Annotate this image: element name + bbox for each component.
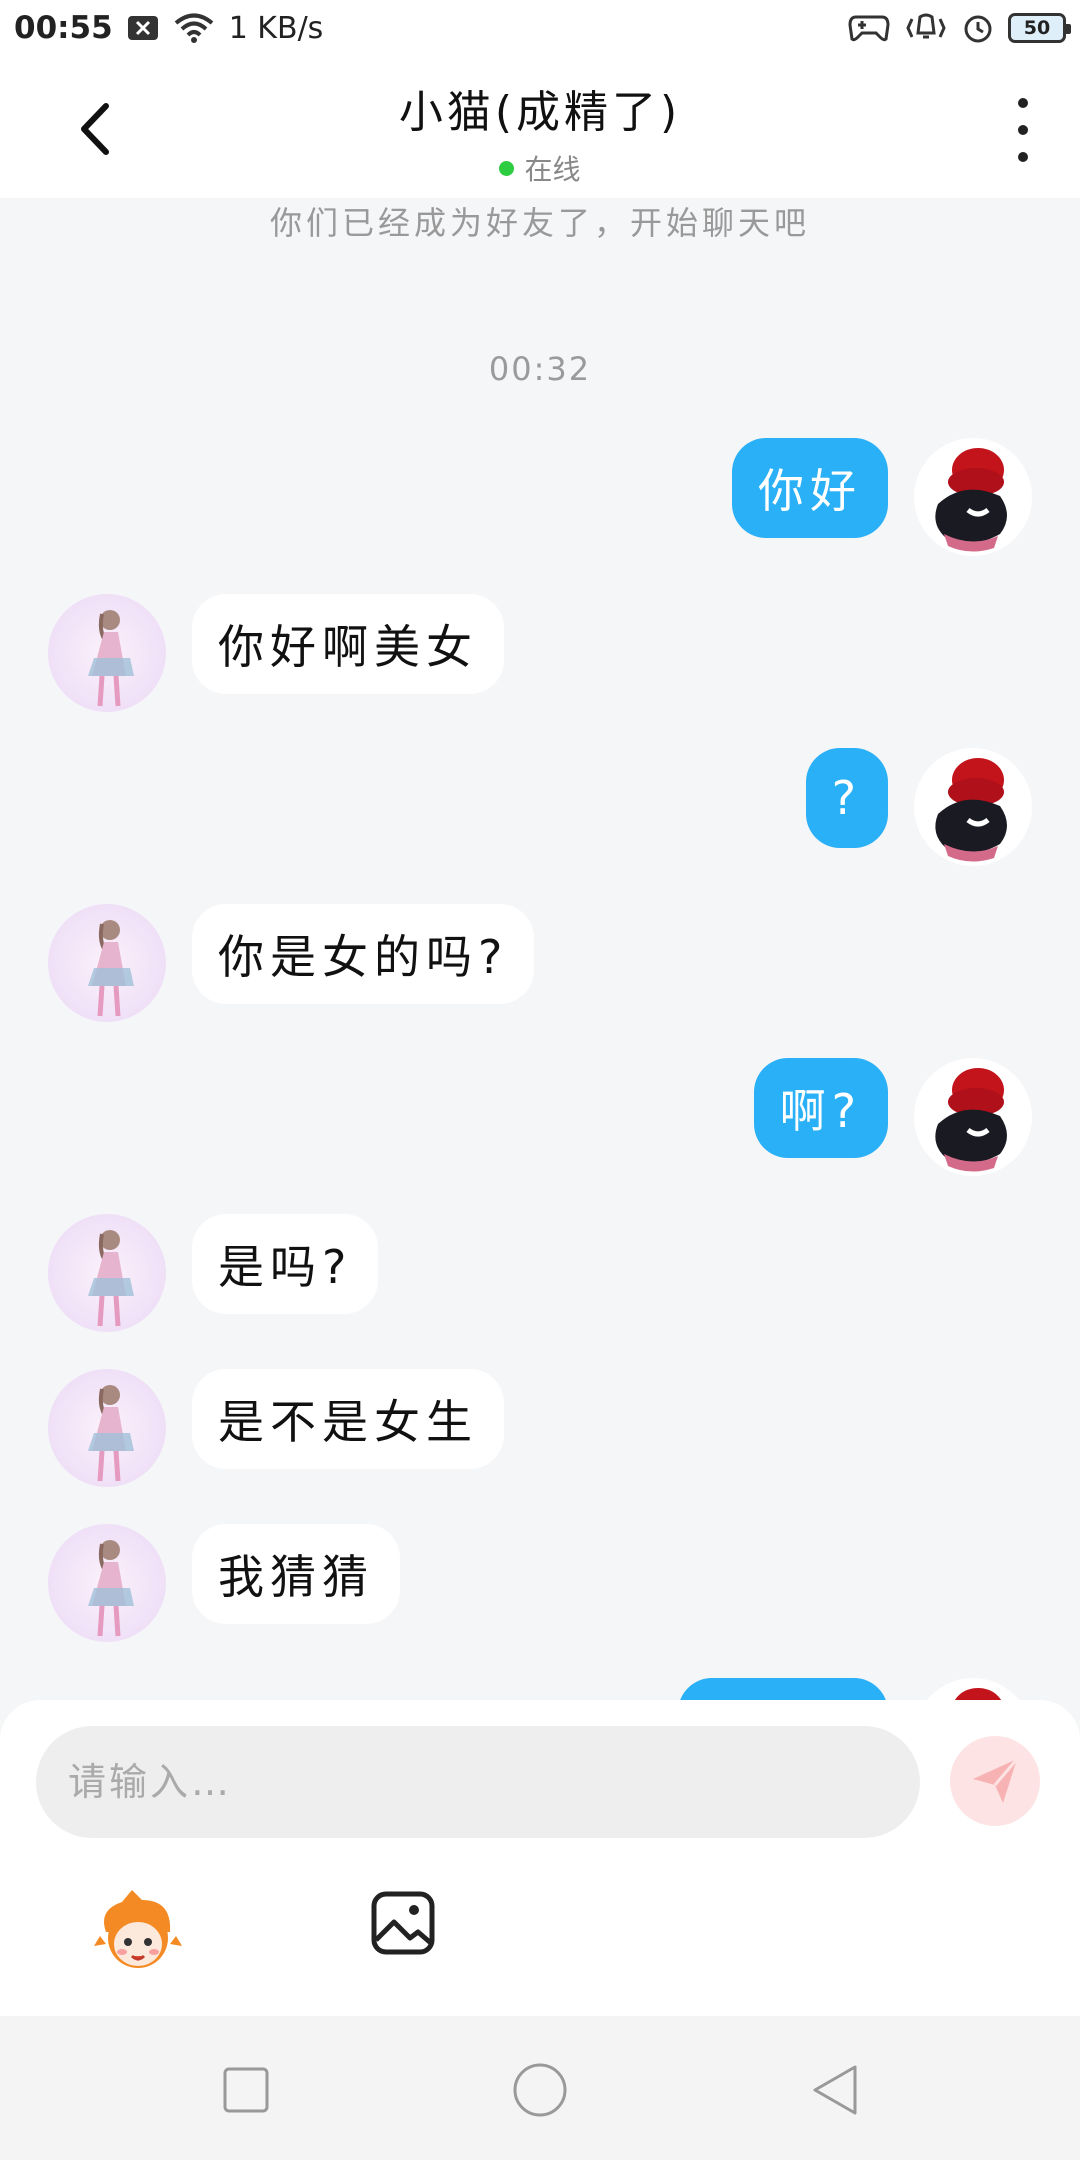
message-row-sent: ?: [0, 748, 1080, 868]
message-bubble[interactable]: 你好啊美女: [192, 594, 504, 694]
my-avatar[interactable]: [914, 748, 1032, 866]
message-row-received: 是吗?: [0, 1214, 1080, 1334]
online-label: 在线: [524, 153, 581, 186]
contact-avatar[interactable]: [48, 594, 166, 712]
message-bubble[interactable]: 是吗?: [192, 1214, 379, 1314]
system-nav-bar: [0, 2016, 1080, 2160]
online-status: 在线: [0, 148, 1080, 188]
my-avatar[interactable]: [914, 1058, 1032, 1176]
battery-icon: 50: [1008, 13, 1071, 43]
message-input[interactable]: [36, 1726, 920, 1838]
message-row-sent-partial: [0, 1678, 1080, 1700]
emoji-button[interactable]: [92, 1886, 182, 1976]
contact-avatar[interactable]: [48, 1524, 166, 1642]
message-row-sent: 你好: [0, 438, 1080, 558]
status-bar: 00:55 1 KB/s 50: [0, 0, 1080, 56]
wifi-icon: [173, 12, 215, 44]
alarm-icon: [962, 12, 994, 44]
chat-header: 小猫(成精了) 在线: [0, 56, 1080, 198]
game-controller-icon: [848, 13, 890, 43]
vibrate-icon: [904, 13, 948, 43]
paper-plane-icon: [973, 1758, 1019, 1803]
message-row-received: 是不是女生: [0, 1369, 1080, 1489]
message-bubble[interactable]: 啊?: [753, 1058, 888, 1158]
send-button[interactable]: [950, 1736, 1040, 1826]
online-dot: [499, 160, 515, 176]
message-bubble[interactable]: 你好: [732, 438, 888, 538]
message-row-received: 你是女的吗?: [0, 904, 1080, 1024]
message-bubble[interactable]: 是不是女生: [192, 1369, 504, 1469]
message-timestamp: 00:32: [488, 350, 592, 388]
battery-level: 50: [1023, 17, 1051, 39]
message-bubble[interactable]: 我猜猜: [192, 1524, 400, 1624]
back-nav-button[interactable]: [804, 2060, 864, 2120]
contact-avatar[interactable]: [48, 1369, 166, 1487]
triangle-back-icon: [813, 2065, 857, 2115]
message-bubble-partial[interactable]: [678, 1678, 888, 1700]
more-vertical-icon: [1018, 98, 1028, 108]
message-row-received: 你好啊美女: [0, 594, 1080, 714]
message-bubble[interactable]: 你是女的吗?: [192, 904, 535, 1004]
message-list[interactable]: 你们已经成为好友了，开始聊天吧 00:32 你好 你好啊美女 ? 你是女的吗? …: [0, 198, 1080, 1700]
message-bubble[interactable]: ?: [805, 748, 888, 848]
circle-icon: [513, 2063, 567, 2117]
more-options-button[interactable]: [1008, 98, 1038, 162]
contact-avatar[interactable]: [48, 1214, 166, 1332]
my-avatar[interactable]: [914, 1678, 1032, 1700]
message-row-received: 我猜猜: [0, 1524, 1080, 1644]
contact-avatar[interactable]: [48, 904, 166, 1022]
image-button[interactable]: [370, 1890, 436, 1956]
home-button[interactable]: [510, 2060, 570, 2120]
chat-title: 小猫(成精了): [398, 87, 682, 138]
network-speed: 1 KB/s: [228, 10, 324, 46]
message-row-sent: 啊?: [0, 1058, 1080, 1178]
status-time: 00:55: [14, 10, 113, 46]
square-icon: [223, 2067, 269, 2113]
my-avatar[interactable]: [914, 438, 1032, 556]
mascot-emoji-icon: [94, 1890, 182, 1968]
image-icon: [371, 1891, 435, 1955]
notification-x-icon: [127, 15, 159, 41]
input-panel: [0, 1700, 1080, 2016]
system-note: 你们已经成为好友了，开始聊天吧: [269, 204, 810, 242]
chat-screen: 00:55 1 KB/s 50 小猫(成精了) 在线 你们已经成为好友了，开始聊…: [0, 0, 1080, 2160]
recent-apps-button[interactable]: [216, 2060, 276, 2120]
